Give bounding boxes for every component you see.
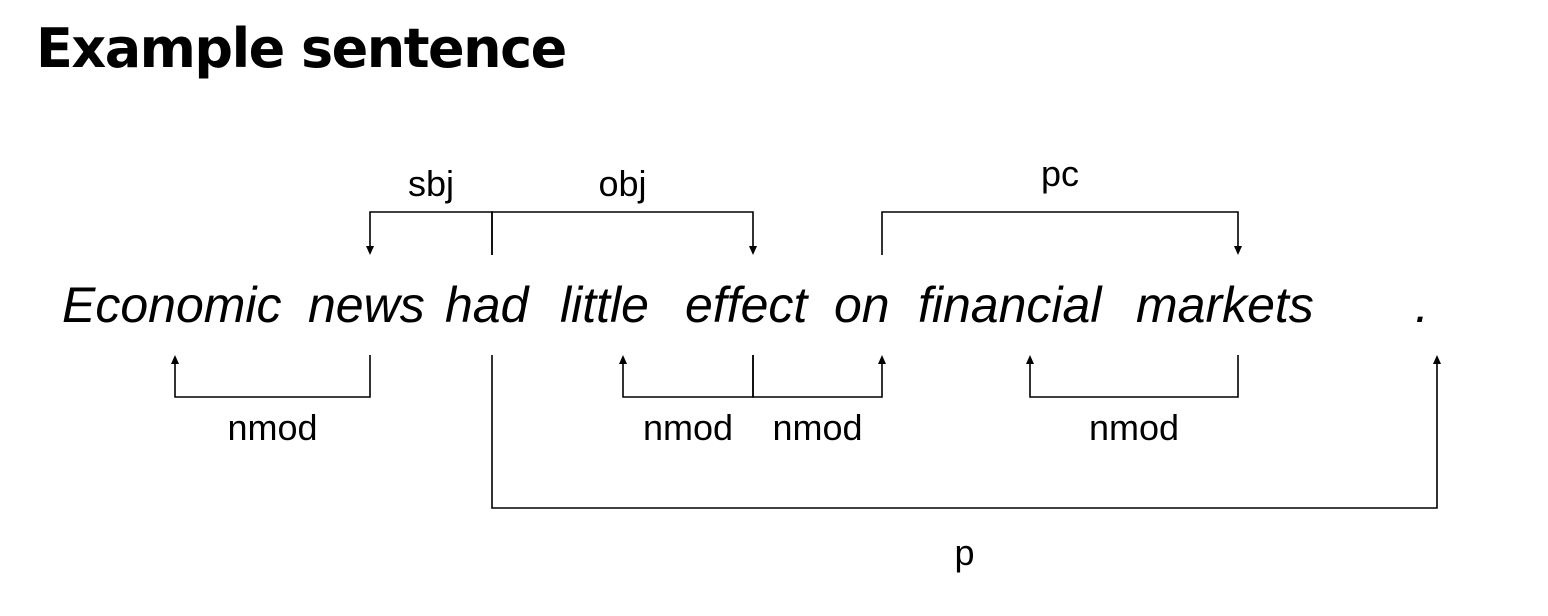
relation-arc: nmod <box>171 355 371 448</box>
arc-line <box>491 355 1438 509</box>
arc-line <box>881 211 1239 255</box>
relation-arc: pc <box>881 153 1242 255</box>
arc-line <box>622 355 754 398</box>
arrowhead-icon <box>878 355 886 364</box>
arc-line <box>752 355 883 398</box>
relation-arc: p <box>491 355 1441 573</box>
dependency-diagram: Economic news had little effect on financial ma… <box>62 153 1441 573</box>
relation-arc: nmod <box>619 355 754 448</box>
word-token: Economic <box>62 277 282 333</box>
arc-line <box>1029 355 1239 398</box>
arc-line <box>174 355 371 398</box>
word-token: . <box>1415 277 1429 333</box>
relation-label: pc <box>1041 153 1079 194</box>
relation-arc: sbj <box>366 163 493 255</box>
arrowhead-icon <box>1026 355 1034 364</box>
relation-label: nmod <box>1089 407 1179 448</box>
relation-label: sbj <box>408 163 454 204</box>
relation-label: nmod <box>643 407 733 448</box>
word-token: little <box>560 277 649 333</box>
slide: Example sentence Economic news had little ef… <box>0 0 1548 616</box>
relation-arc: nmod <box>1026 355 1239 448</box>
relation-label: nmod <box>227 407 317 448</box>
word-token: financial <box>918 277 1103 333</box>
arc-line <box>369 211 493 255</box>
arrowhead-icon <box>366 246 374 255</box>
arrowhead-icon <box>171 355 179 364</box>
words-layer: Economic news had little effect on financial ma… <box>62 277 1429 333</box>
word-token: markets <box>1136 277 1314 333</box>
arcs-layer: sbj obj pc nmod nmod nmod nmod p <box>171 153 1441 573</box>
relation-label: obj <box>598 163 646 204</box>
relation-arc: nmod <box>752 355 886 448</box>
relation-label: p <box>954 532 974 573</box>
arrowhead-icon <box>1433 355 1441 364</box>
relation-arc: obj <box>491 163 757 255</box>
arrowhead-icon <box>749 246 757 255</box>
word-token: had <box>445 277 531 333</box>
arrowhead-icon <box>619 355 627 364</box>
word-token: on <box>834 277 890 333</box>
arrowhead-icon <box>1234 246 1242 255</box>
word-token: effect <box>685 277 809 333</box>
word-token: news <box>308 277 425 333</box>
arc-line <box>491 211 754 255</box>
relation-label: nmod <box>772 407 862 448</box>
